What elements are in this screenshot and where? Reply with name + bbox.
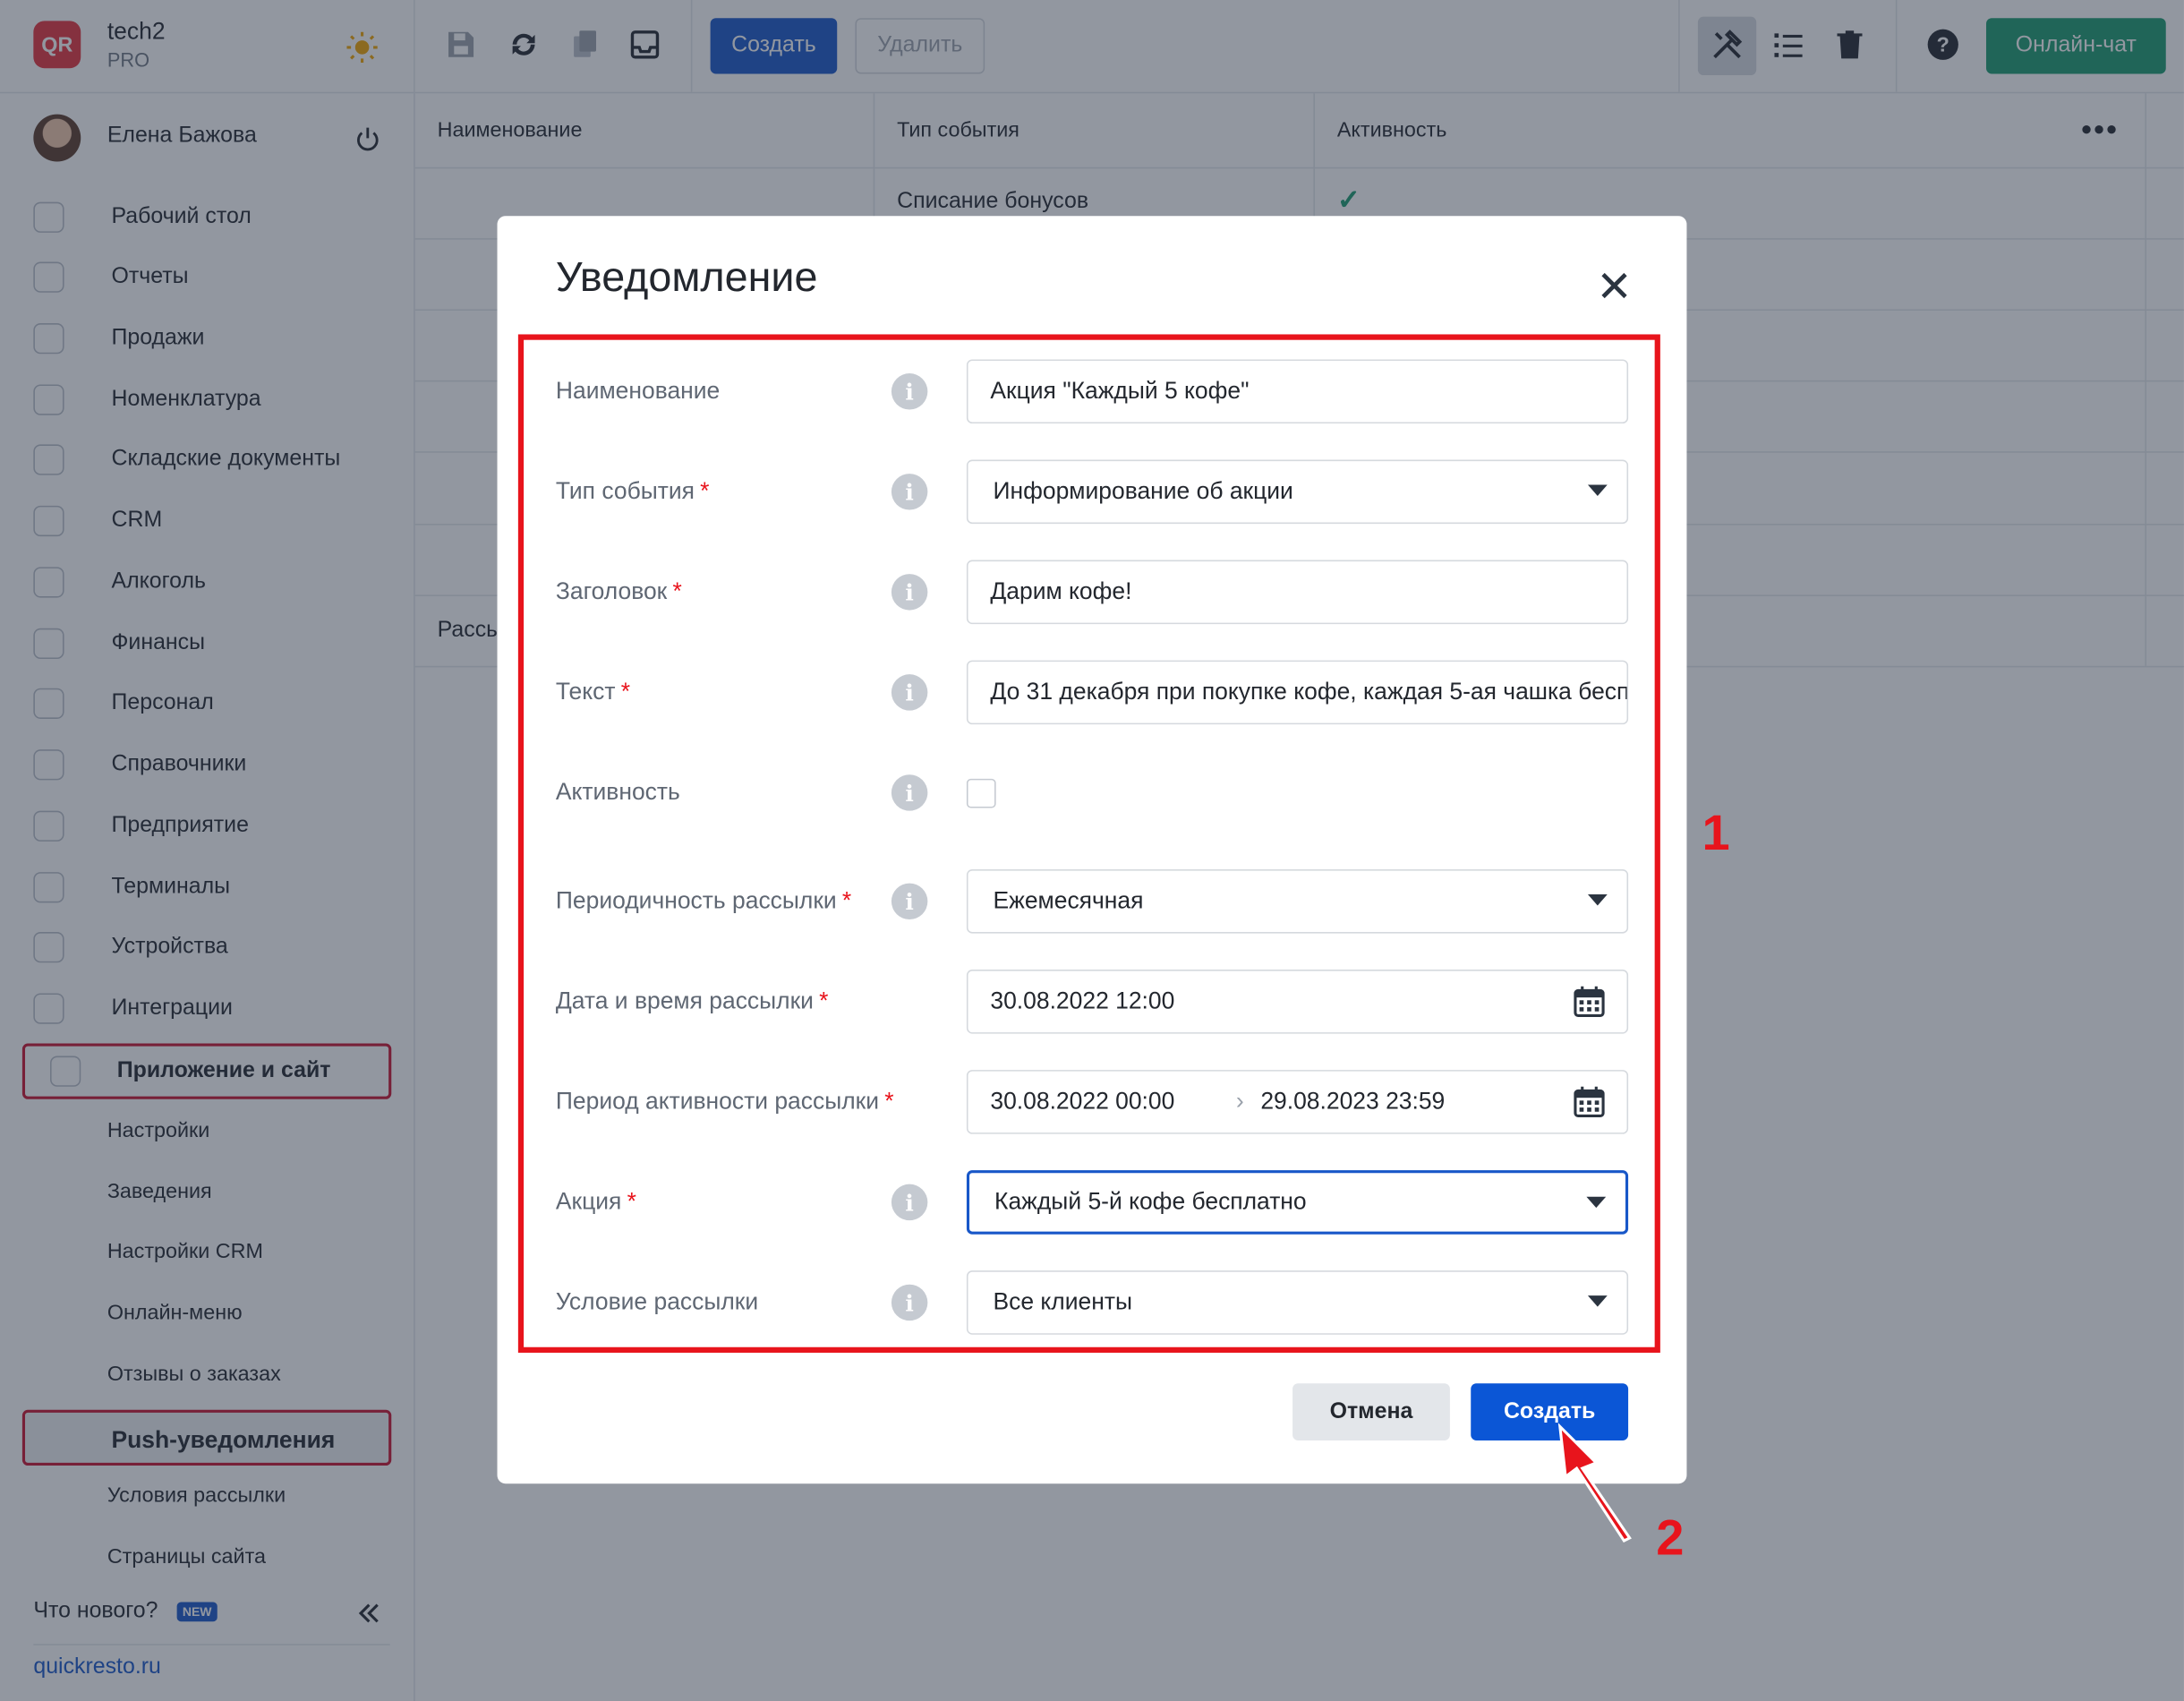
required-mark: * [884, 1088, 894, 1115]
info-icon[interactable]: i [891, 1284, 928, 1321]
required-mark: * [620, 678, 631, 705]
periodicity-select[interactable]: Ежемесячная [966, 869, 1629, 934]
label-text: Условие рассылки [555, 1288, 759, 1315]
chevron-down-icon [1587, 484, 1608, 496]
modal-title: Уведомление [555, 254, 818, 302]
label-text: Текст [555, 678, 616, 705]
annotation-marker-1: 1 [1702, 803, 1730, 861]
label-header: Заголовок * [556, 578, 682, 606]
select-value: Ежемесячная [993, 887, 1144, 914]
required-mark: * [819, 987, 829, 1014]
datetime-value: 30.08.2022 12:00 [990, 987, 1175, 1014]
info-icon[interactable]: i [891, 883, 928, 920]
required-mark: * [841, 887, 852, 914]
chevron-down-icon [1587, 894, 1608, 906]
calendar-icon[interactable] [1573, 985, 1606, 1018]
label-period: Период активности рассылки * [556, 1088, 894, 1115]
label-text: Периодичность рассылки [555, 887, 837, 914]
activity-checkbox[interactable] [966, 778, 996, 808]
required-mark: * [700, 477, 710, 505]
header-input[interactable]: Дарим кофе! [966, 560, 1629, 625]
info-icon[interactable]: i [891, 674, 928, 711]
period-from: 30.08.2022 00:00 [990, 1088, 1175, 1115]
annotation-marker-2: 2 [1656, 1509, 1685, 1567]
info-icon[interactable]: i [891, 774, 928, 811]
label-periodicity: Периодичность рассылки * [556, 887, 851, 915]
required-mark: * [627, 1188, 636, 1215]
label-text: Период активности рассылки [555, 1088, 880, 1115]
select-value: Каждый 5-й кофе бесплатно [994, 1188, 1307, 1215]
name-input[interactable]: Акция "Каждый 5 кофе" [966, 359, 1629, 424]
label-text: Дата и время рассылки [555, 987, 814, 1014]
chevron-down-icon [1587, 1295, 1608, 1307]
close-icon[interactable] [1598, 269, 1631, 302]
datetime-picker[interactable]: 30.08.2022 12:00 [966, 970, 1629, 1034]
cancel-button[interactable]: Отмена [1292, 1383, 1450, 1441]
required-mark: * [672, 577, 682, 605]
event-type-select[interactable]: Информирование об акции [966, 459, 1629, 525]
info-icon[interactable]: i [891, 373, 928, 410]
period-to: 29.08.2023 23:59 [1260, 1088, 1446, 1115]
arrow-right-icon: › [1235, 1088, 1244, 1115]
period-range-picker[interactable]: 30.08.2022 00:00 › 29.08.2023 23:59 [966, 1070, 1629, 1134]
promo-select[interactable]: Каждый 5-й кофе бесплатно [966, 1170, 1629, 1235]
label-text: Активность [555, 778, 680, 806]
chevron-down-icon [1586, 1196, 1607, 1209]
label-promo: Акция * [556, 1188, 636, 1216]
label-name: Наименование [556, 378, 720, 406]
info-icon[interactable]: i [891, 574, 928, 611]
label-condition: Условие рассылки [556, 1288, 758, 1316]
label-activity: Активность [556, 779, 680, 807]
label-datetime: Дата и время рассылки * [556, 987, 829, 1015]
label-event-type: Тип события * [556, 478, 710, 506]
info-icon[interactable]: i [891, 474, 928, 510]
calendar-icon[interactable] [1573, 1085, 1606, 1118]
select-value: Все клиенты [993, 1288, 1132, 1315]
condition-select[interactable]: Все клиенты [966, 1270, 1629, 1335]
label-text: Акция [555, 1188, 622, 1215]
select-value: Информирование об акции [993, 477, 1293, 505]
label-text-field: Текст * [556, 679, 630, 706]
label-text: Тип события [555, 477, 695, 505]
label-text: Заголовок [555, 577, 668, 605]
text-input[interactable]: До 31 декабря при покупке кофе, каждая 5… [966, 660, 1629, 725]
info-icon[interactable]: i [891, 1184, 928, 1221]
label-text: Наименование [555, 377, 721, 405]
annotation-arrow-icon [1557, 1423, 1632, 1543]
